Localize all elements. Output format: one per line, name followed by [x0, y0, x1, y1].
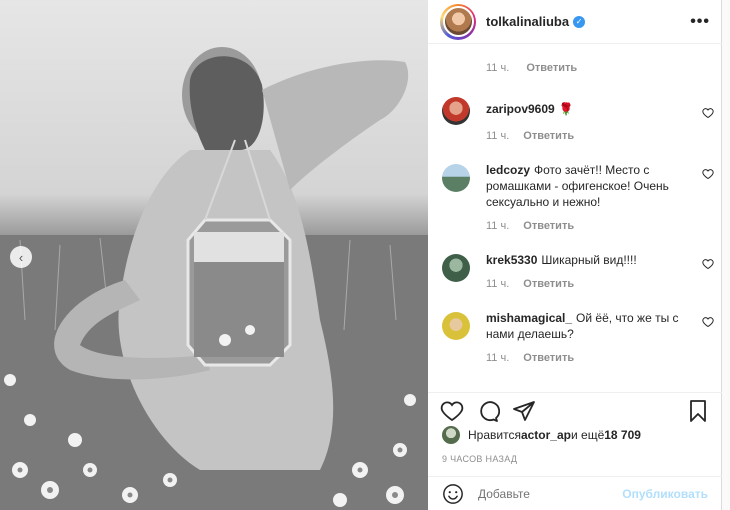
emoji-smiley-icon[interactable] — [442, 483, 464, 505]
comment-username[interactable]: krek5330 — [486, 253, 537, 267]
post-sidebar: tolkalinaliuba ✓ ••• 11 ч. Ответить zari… — [428, 0, 722, 510]
likes-count[interactable]: 18 709 — [604, 428, 641, 442]
comment-username[interactable]: ledcozy — [486, 163, 530, 177]
author-avatar[interactable] — [440, 3, 476, 40]
liker-avatar[interactable] — [442, 426, 460, 444]
post-header: tolkalinaliuba ✓ ••• — [428, 0, 722, 44]
post-photo[interactable]: ‹ — [0, 0, 428, 510]
comment-item: mishamagical_ Ой ёё, что же ты с нами дел… — [428, 310, 722, 364]
comment-text: 🌹 — [558, 102, 574, 116]
comment-avatar[interactable] — [442, 254, 470, 282]
like-heart-icon[interactable] — [440, 399, 464, 423]
comment-input[interactable] — [478, 486, 618, 501]
comment-time: 11 ч. — [486, 220, 510, 232]
comment-username[interactable]: zaripov9609 — [486, 102, 555, 116]
publish-button[interactable]: Опубликовать — [622, 487, 708, 501]
comments-list: 11 ч. Ответить zaripov9609 🌹 11 ч. Ответит… — [428, 55, 722, 364]
comment-reply-button[interactable]: Ответить — [523, 220, 574, 232]
comment-text: Шикарный вид!!!! — [541, 253, 637, 267]
comment-like-heart-icon[interactable] — [702, 107, 714, 119]
comment-reply-button[interactable]: Ответить — [523, 278, 574, 290]
comment-like-heart-icon[interactable] — [702, 258, 714, 270]
comment-avatar[interactable] — [442, 97, 470, 125]
comment-reply-button[interactable]: Ответить — [523, 130, 574, 142]
post-timestamp: 9 ЧАСОВ НАЗАД — [442, 454, 518, 464]
photo-illustration — [0, 47, 428, 510]
liker-username[interactable]: actor_ap — [521, 428, 571, 442]
author-username[interactable]: tolkalinaliuba — [486, 14, 569, 29]
comment-time: 11 ч. — [486, 352, 510, 364]
caption-meta: 11 ч. Ответить — [428, 55, 722, 81]
share-send-icon[interactable] — [512, 399, 536, 423]
post-dialog: ‹ tolkalinaliuba ✓ ••• 11 ч. Ответить za… — [0, 0, 722, 510]
comment-item: zaripov9609 🌹 11 ч. Ответить — [428, 95, 722, 142]
likes-summary: Нравится actor_ap и ещё 18 709 — [442, 426, 641, 444]
comment-avatar[interactable] — [442, 312, 470, 340]
caption-time: 11 ч. — [486, 62, 510, 74]
comment-item: krek5330 Шикарный вид!!!! 11 ч. Ответить — [428, 252, 722, 290]
comment-time: 11 ч. — [486, 278, 510, 290]
comment-item: ledcozy Фото зачёт!! Место с ромашками - … — [428, 162, 722, 232]
caption-reply-button[interactable]: Ответить — [526, 62, 577, 74]
chevron-left-icon: ‹ — [18, 249, 24, 265]
add-comment-bar: Опубликовать — [428, 476, 722, 510]
comment-avatar[interactable] — [442, 164, 470, 192]
verified-badge-icon: ✓ — [573, 15, 586, 28]
comment-like-heart-icon[interactable] — [702, 316, 714, 328]
comment-bubble-icon[interactable] — [476, 399, 500, 423]
bookmark-icon[interactable] — [686, 399, 710, 423]
more-options-icon[interactable]: ••• — [690, 13, 710, 31]
comment-time: 11 ч. — [486, 130, 510, 142]
comment-like-heart-icon[interactable] — [702, 168, 714, 180]
post-actions — [428, 392, 722, 428]
likes-suffix: и ещё — [570, 428, 605, 442]
comment-username[interactable]: mishamagical_ — [486, 311, 572, 325]
comment-reply-button[interactable]: Ответить — [523, 352, 574, 364]
carousel-prev-button[interactable]: ‹ — [10, 246, 32, 268]
likes-prefix: Нравится — [468, 428, 521, 442]
